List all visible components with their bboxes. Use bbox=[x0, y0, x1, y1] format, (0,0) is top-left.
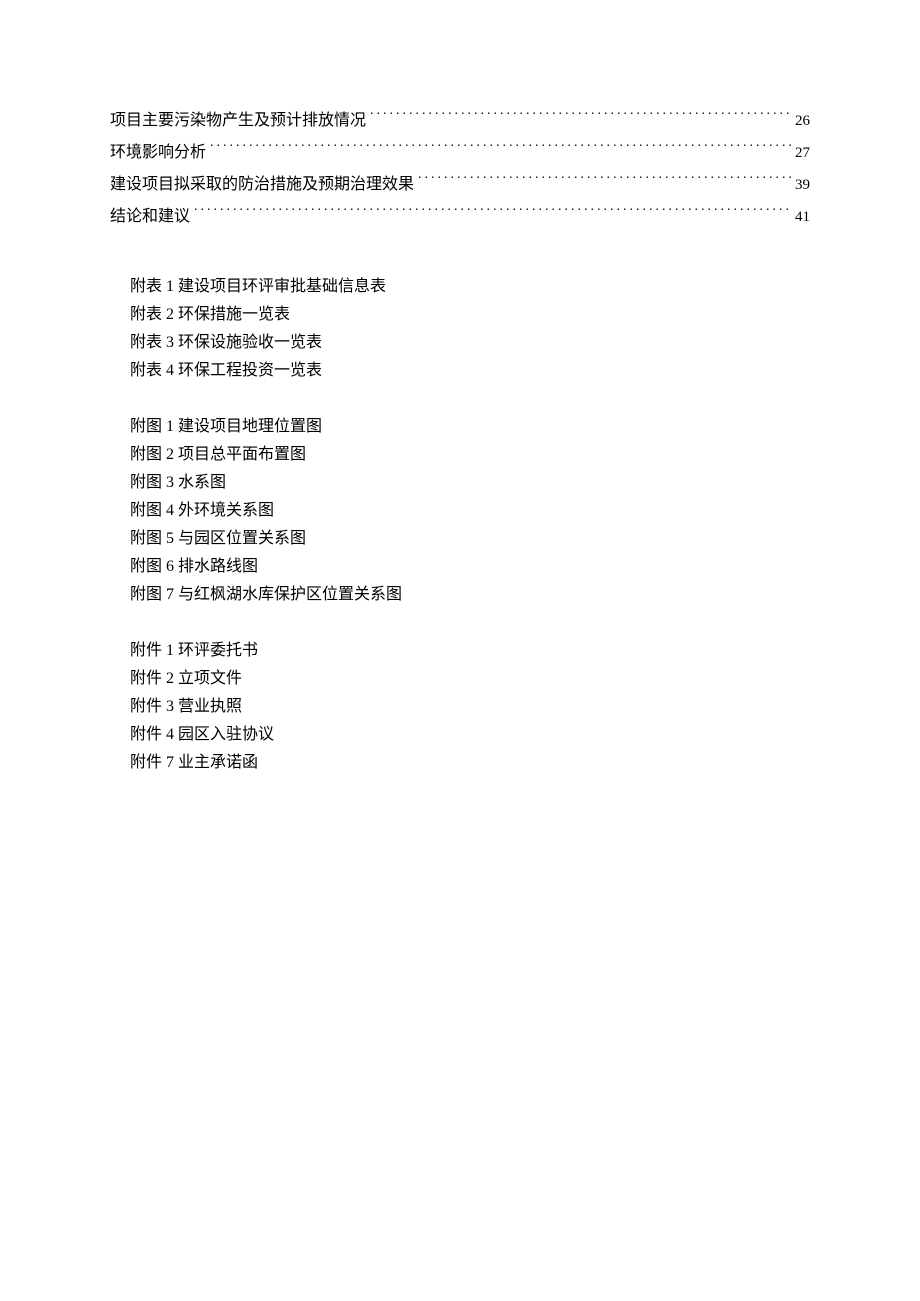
item-text: 水系图 bbox=[178, 474, 226, 491]
item-prefix: 附图 2 bbox=[130, 446, 174, 463]
appendix-tables-section: 附表 1 建设项目环评审批基础信息表 附表 2 环保措施一览表 附表 3 环保设… bbox=[110, 273, 810, 385]
item-text: 环保工程投资一览表 bbox=[178, 362, 322, 379]
item-prefix: 附表 1 bbox=[130, 278, 174, 295]
item-prefix: 附件 3 bbox=[130, 698, 174, 715]
toc-title: 建设项目拟采取的防治措施及预期治理效果 bbox=[110, 169, 414, 201]
item-text: 排水路线图 bbox=[178, 558, 258, 575]
item-text: 园区入驻协议 bbox=[178, 726, 274, 743]
item-prefix: 附图 5 bbox=[130, 530, 174, 547]
item-prefix: 附件 4 bbox=[130, 726, 174, 743]
toc-section: 项目主要污染物产生及预计排放情况 26 环境影响分析 27 建设项目拟采取的防治… bbox=[110, 105, 810, 233]
item-text: 环保措施一览表 bbox=[178, 306, 290, 323]
item-prefix: 附表 3 bbox=[130, 334, 174, 351]
item-prefix: 附图 4 bbox=[130, 502, 174, 519]
list-item: 附图 4 外环境关系图 bbox=[130, 497, 810, 525]
item-text: 外环境关系图 bbox=[178, 502, 274, 519]
item-prefix: 附件 7 bbox=[130, 754, 174, 771]
item-prefix: 附图 3 bbox=[130, 474, 174, 491]
item-text: 业主承诺函 bbox=[178, 754, 258, 771]
list-item: 附图 2 项目总平面布置图 bbox=[130, 441, 810, 469]
toc-title: 项目主要污染物产生及预计排放情况 bbox=[110, 105, 366, 137]
toc-entry: 结论和建议 41 bbox=[110, 201, 810, 233]
list-item: 附图 6 排水路线图 bbox=[130, 553, 810, 581]
toc-entry: 环境影响分析 27 bbox=[110, 137, 810, 169]
toc-entry: 项目主要污染物产生及预计排放情况 26 bbox=[110, 105, 810, 137]
item-text: 立项文件 bbox=[178, 670, 242, 687]
list-item: 附件 1 环评委托书 bbox=[130, 637, 810, 665]
list-item: 附图 3 水系图 bbox=[130, 469, 810, 497]
appendix-attachments-section: 附件 1 环评委托书 附件 2 立项文件 附件 3 营业执照 附件 4 园区入驻… bbox=[110, 637, 810, 777]
item-text: 建设项目环评审批基础信息表 bbox=[178, 278, 386, 295]
list-item: 附件 3 营业执照 bbox=[130, 693, 810, 721]
item-prefix: 附图 7 bbox=[130, 586, 174, 603]
toc-title: 环境影响分析 bbox=[110, 137, 206, 169]
toc-page-number: 41 bbox=[795, 202, 810, 232]
item-prefix: 附表 4 bbox=[130, 362, 174, 379]
list-item: 附图 7 与红枫湖水库保护区位置关系图 bbox=[130, 581, 810, 609]
item-prefix: 附件 2 bbox=[130, 670, 174, 687]
list-item: 附件 4 园区入驻协议 bbox=[130, 721, 810, 749]
list-item: 附表 1 建设项目环评审批基础信息表 bbox=[130, 273, 810, 301]
list-item: 附图 1 建设项目地理位置图 bbox=[130, 413, 810, 441]
toc-page-number: 39 bbox=[795, 170, 810, 200]
toc-entry: 建设项目拟采取的防治措施及预期治理效果 39 bbox=[110, 169, 810, 201]
item-prefix: 附件 1 bbox=[130, 642, 174, 659]
list-item: 附件 2 立项文件 bbox=[130, 665, 810, 693]
toc-leader-dots bbox=[418, 173, 791, 189]
item-text: 建设项目地理位置图 bbox=[178, 418, 322, 435]
item-text: 环保设施验收一览表 bbox=[178, 334, 322, 351]
item-prefix: 附表 2 bbox=[130, 306, 174, 323]
toc-page-number: 26 bbox=[795, 106, 810, 136]
item-prefix: 附图 1 bbox=[130, 418, 174, 435]
list-item: 附表 4 环保工程投资一览表 bbox=[130, 357, 810, 385]
toc-leader-dots bbox=[194, 205, 791, 221]
toc-leader-dots bbox=[370, 109, 791, 125]
item-text: 营业执照 bbox=[178, 698, 242, 715]
toc-page-number: 27 bbox=[795, 138, 810, 168]
appendix-figures-section: 附图 1 建设项目地理位置图 附图 2 项目总平面布置图 附图 3 水系图 附图… bbox=[110, 413, 810, 609]
list-item: 附图 5 与园区位置关系图 bbox=[130, 525, 810, 553]
item-text: 与红枫湖水库保护区位置关系图 bbox=[178, 586, 402, 603]
item-text: 项目总平面布置图 bbox=[178, 446, 306, 463]
item-text: 与园区位置关系图 bbox=[178, 530, 306, 547]
toc-title: 结论和建议 bbox=[110, 201, 190, 233]
item-prefix: 附图 6 bbox=[130, 558, 174, 575]
item-text: 环评委托书 bbox=[178, 642, 258, 659]
list-item: 附件 7 业主承诺函 bbox=[130, 749, 810, 777]
toc-leader-dots bbox=[210, 141, 791, 157]
list-item: 附表 2 环保措施一览表 bbox=[130, 301, 810, 329]
list-item: 附表 3 环保设施验收一览表 bbox=[130, 329, 810, 357]
